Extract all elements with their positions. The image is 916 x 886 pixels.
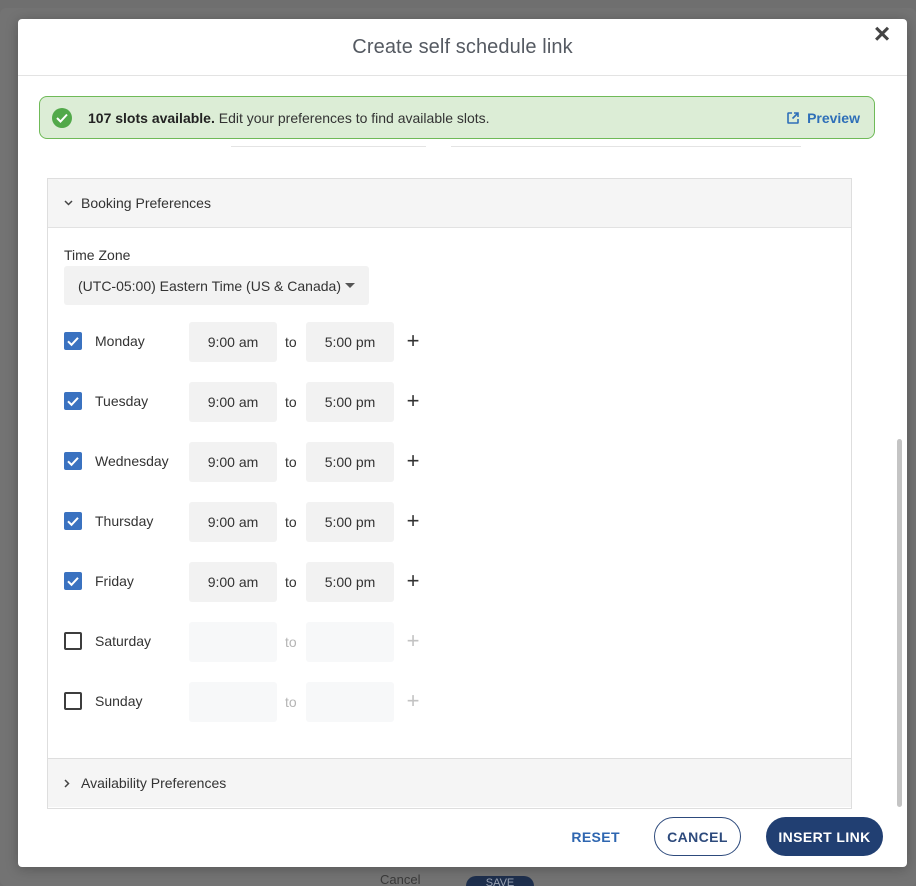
to-label: to <box>285 574 297 590</box>
start-time-input[interactable]: 9:00 am <box>189 442 277 482</box>
day-label: Friday <box>95 573 134 589</box>
start-time-input[interactable]: 9:00 am <box>189 502 277 542</box>
modal-header: Create self schedule link × <box>18 19 907 76</box>
preview-link[interactable]: Preview <box>786 110 860 126</box>
ghost-fields <box>47 139 852 159</box>
insert-link-button[interactable]: INSERT LINK <box>766 817 883 856</box>
to-label: to <box>285 454 297 470</box>
availability-preferences-header[interactable]: Availability Preferences <box>48 759 851 807</box>
availability-preferences-section: Availability Preferences <box>47 759 852 809</box>
cancel-button[interactable]: CANCEL <box>654 817 741 856</box>
checkmark-icon <box>67 397 79 407</box>
start-time-input[interactable] <box>189 682 277 722</box>
add-time-range-icon[interactable]: + <box>405 690 421 712</box>
day-checkbox[interactable] <box>64 452 82 470</box>
end-time-input[interactable] <box>306 682 394 722</box>
scrollbar-thumb[interactable] <box>897 439 902 807</box>
slots-count: 107 slots available. <box>88 109 215 126</box>
availability-preferences-title: Availability Preferences <box>81 775 227 791</box>
to-label: to <box>285 394 297 410</box>
day-row-friday: Friday 9:00 am to 5:00 pm + <box>64 562 444 602</box>
day-label: Monday <box>95 333 145 349</box>
checkmark-icon <box>67 457 79 467</box>
end-time-input[interactable] <box>306 622 394 662</box>
start-time-input[interactable]: 9:00 am <box>189 322 277 362</box>
day-checkbox[interactable] <box>64 692 82 710</box>
day-label: Sunday <box>95 693 143 709</box>
to-label: to <box>285 334 297 350</box>
day-checkbox[interactable] <box>64 512 82 530</box>
background-save-button: SAVE <box>466 876 534 886</box>
ghost-field-1 <box>231 139 426 147</box>
timezone-value: (UTC-05:00) Eastern Time (US & Canada) <box>78 277 341 294</box>
day-label: Tuesday <box>95 393 149 409</box>
banner-message: 107 slots available. Edit your preferenc… <box>88 110 786 126</box>
add-time-range-icon[interactable]: + <box>405 390 421 412</box>
end-time-input[interactable]: 5:00 pm <box>306 382 394 422</box>
add-time-range-icon[interactable]: + <box>405 630 421 652</box>
day-checkbox[interactable] <box>64 572 82 590</box>
booking-preferences-section: Booking Preferences Time Zone (UTC-05:00… <box>47 178 852 759</box>
slots-banner: 107 slots available. Edit your preferenc… <box>39 96 875 139</box>
booking-preferences-header[interactable]: Booking Preferences <box>48 179 851 228</box>
modal-title: Create self schedule link <box>352 35 573 58</box>
preview-label: Preview <box>807 109 860 126</box>
to-label: to <box>285 694 297 710</box>
end-time-input[interactable]: 5:00 pm <box>306 502 394 542</box>
day-row-wednesday: Wednesday 9:00 am to 5:00 pm + <box>64 442 444 482</box>
modal-footer: RESET CANCEL INSERT LINK <box>571 817 883 856</box>
close-icon[interactable]: × <box>871 20 893 48</box>
to-label: to <box>285 634 297 650</box>
checkmark-icon <box>67 337 79 347</box>
external-link-icon <box>787 111 799 124</box>
check-circle-icon <box>52 107 72 128</box>
caret-down-icon <box>345 283 355 288</box>
self-schedule-modal: Create self schedule link × 107 slots av… <box>18 19 907 867</box>
day-checkbox[interactable] <box>64 392 82 410</box>
end-time-input[interactable]: 5:00 pm <box>306 322 394 362</box>
add-time-range-icon[interactable]: + <box>405 510 421 532</box>
day-row-saturday: Saturday to + <box>64 622 444 662</box>
checkmark-icon <box>67 517 79 527</box>
ghost-field-2 <box>451 139 801 147</box>
add-time-range-icon[interactable]: + <box>405 330 421 352</box>
day-row-tuesday: Tuesday 9:00 am to 5:00 pm + <box>64 382 444 422</box>
booking-preferences-title: Booking Preferences <box>81 195 211 211</box>
day-checkbox[interactable] <box>64 332 82 350</box>
day-label: Saturday <box>95 633 152 649</box>
checkmark-icon <box>67 577 79 587</box>
end-time-input[interactable]: 5:00 pm <box>306 442 394 482</box>
add-time-range-icon[interactable]: + <box>405 450 421 472</box>
start-time-input[interactable]: 9:00 am <box>189 562 277 602</box>
day-label: Wednesday <box>95 453 169 469</box>
start-time-input[interactable] <box>189 622 277 662</box>
preferences-scroll-area[interactable]: Booking Preferences Time Zone (UTC-05:00… <box>47 139 852 809</box>
reset-button[interactable]: RESET <box>571 829 620 845</box>
add-time-range-icon[interactable]: + <box>405 570 421 592</box>
end-time-input[interactable]: 5:00 pm <box>306 562 394 602</box>
chevron-down-icon <box>64 200 74 206</box>
day-row-sunday: Sunday to + <box>64 682 444 722</box>
background-cancel-text: Cancel <box>380 872 421 886</box>
day-label: Thursday <box>95 513 154 529</box>
to-label: to <box>285 514 297 530</box>
day-row-thursday: Thursday 9:00 am to 5:00 pm + <box>64 502 444 542</box>
day-checkbox[interactable] <box>64 632 82 650</box>
day-row-monday: Monday 9:00 am to 5:00 pm + <box>64 322 444 362</box>
start-time-input[interactable]: 9:00 am <box>189 382 277 422</box>
banner-hint: Edit your preferences to find available … <box>218 109 490 126</box>
timezone-label: Time Zone <box>64 247 131 263</box>
timezone-select[interactable]: (UTC-05:00) Eastern Time (US & Canada) <box>64 266 369 305</box>
chevron-right-icon <box>64 778 74 788</box>
